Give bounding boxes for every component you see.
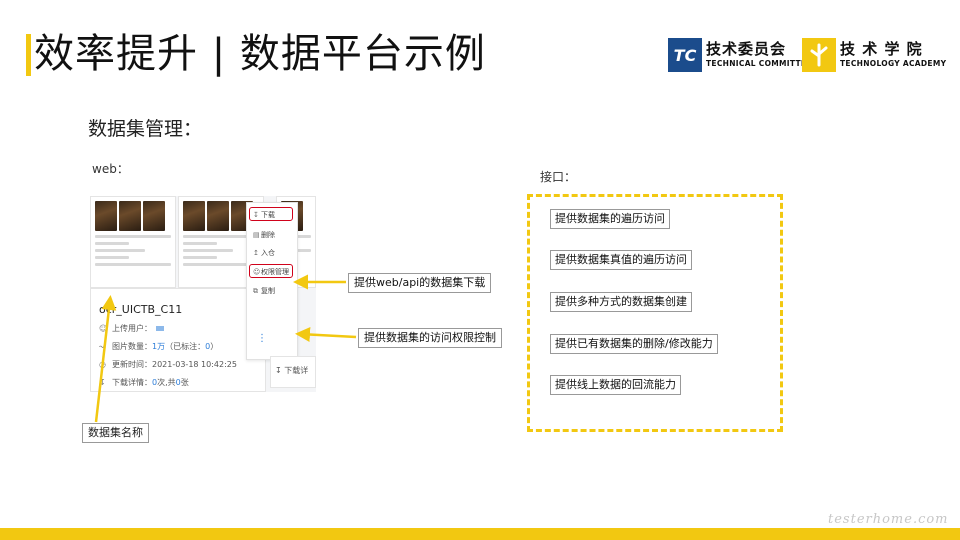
api-item: 提供数据集的遍历访问 <box>550 209 670 229</box>
dataset-card-thumb[interactable] <box>90 196 176 288</box>
api-item: 提供线上数据的回流能力 <box>550 375 681 395</box>
academy-mark-icon <box>802 38 836 72</box>
technology-academy-logo: 技 术 学 院 TECHNOLOGY ACADEMY <box>802 38 946 72</box>
user-icon: ☺ <box>99 324 108 333</box>
tc-mark: TC <box>668 38 702 72</box>
more-icon[interactable]: ⋮ <box>257 333 267 344</box>
trash-icon: ▤ <box>253 231 260 239</box>
api-item: 提供多种方式的数据集创建 <box>550 292 692 312</box>
callout-download: 提供web/api的数据集下载 <box>348 273 492 293</box>
tc-logo-cn: 技术委员会 <box>706 40 787 59</box>
download-icon: ↧ <box>253 211 259 219</box>
api-item: 提供数据集真值的遍历访问 <box>550 250 692 270</box>
image-count-row: ↝ 图片数量： 1万 （已标注： 0 ） <box>99 342 219 351</box>
download-icon: ↧ <box>99 378 106 387</box>
thumbnail-image <box>143 201 165 231</box>
watermark: testerhome.com <box>828 512 949 527</box>
web-label: web： <box>92 162 129 176</box>
footer-bar <box>0 528 960 540</box>
technical-committee-logo: TC 技术委员会 TECHNICAL COMMITTEE <box>668 38 812 72</box>
tc-logo-en: TECHNICAL COMMITTEE <box>706 59 812 69</box>
menu-item-delete[interactable]: ▤删除 <box>253 230 275 240</box>
menu-item-store[interactable]: ↥ 入仓 <box>253 248 275 258</box>
chart-icon: ↝ <box>99 342 106 351</box>
section-title: 数据集管理： <box>88 118 203 140</box>
page-title: 效率提升 | 数据平台示例 <box>34 31 486 77</box>
uploader-row: ☺ 上传用户： <box>99 323 257 334</box>
clock-icon: ◷ <box>99 360 106 369</box>
menu-item-copy[interactable]: ⧉ 复制 <box>253 286 275 296</box>
api-label: 接口： <box>540 170 577 184</box>
dataset-card[interactable]: ocr_UICTB_C11 ☺ 上传用户： ↝ 图片数量： 1万 （已标注： 0… <box>90 288 266 392</box>
api-item: 提供已有数据集的删除/修改能力 <box>550 334 718 354</box>
callout-permission: 提供数据集的访问权限控制 <box>358 328 502 348</box>
menu-item-permission[interactable]: ☺权限管理 <box>253 267 289 277</box>
callout-dataset-name: 数据集名称 <box>82 423 149 443</box>
web-screenshot: ocr_UICTB_C11 ☺ 上传用户： ↝ 图片数量： 1万 （已标注： 0… <box>90 196 316 392</box>
dataset-card-partial[interactable]: ↧ 下载详 <box>270 356 316 388</box>
thumbnail-image <box>95 201 117 231</box>
menu-item-download[interactable]: ↧ 下载 <box>253 210 275 220</box>
ta-logo-en: TECHNOLOGY ACADEMY <box>840 59 947 69</box>
download-row: ↧ 下载详情： 0 次,共 0 张 <box>99 378 189 387</box>
user-key-icon: ☺ <box>253 268 261 276</box>
thumbnail-image <box>183 201 205 231</box>
updated-row: ◷ 更新时间： 2021-03-18 10:42:25 <box>99 360 237 369</box>
dataset-name: ocr_UICTB_C11 <box>99 303 183 316</box>
thumbnail-image <box>207 201 229 231</box>
api-panel: 提供数据集的遍历访问 提供数据集真值的遍历访问 提供多种方式的数据集创建 提供已… <box>527 194 783 432</box>
download-icon: ↧ <box>275 366 282 375</box>
thumbnail-image <box>119 201 141 231</box>
import-icon: ↥ <box>253 249 259 257</box>
copy-icon: ⧉ <box>253 287 258 295</box>
dataset-action-menu: ↧ 下载 ▤删除 ↥ 入仓 ☺权限管理 ⧉ 复制 ⋮ <box>246 202 298 360</box>
ta-logo-cn: 技 术 学 院 <box>840 40 923 59</box>
title-accent-bar <box>26 34 31 76</box>
